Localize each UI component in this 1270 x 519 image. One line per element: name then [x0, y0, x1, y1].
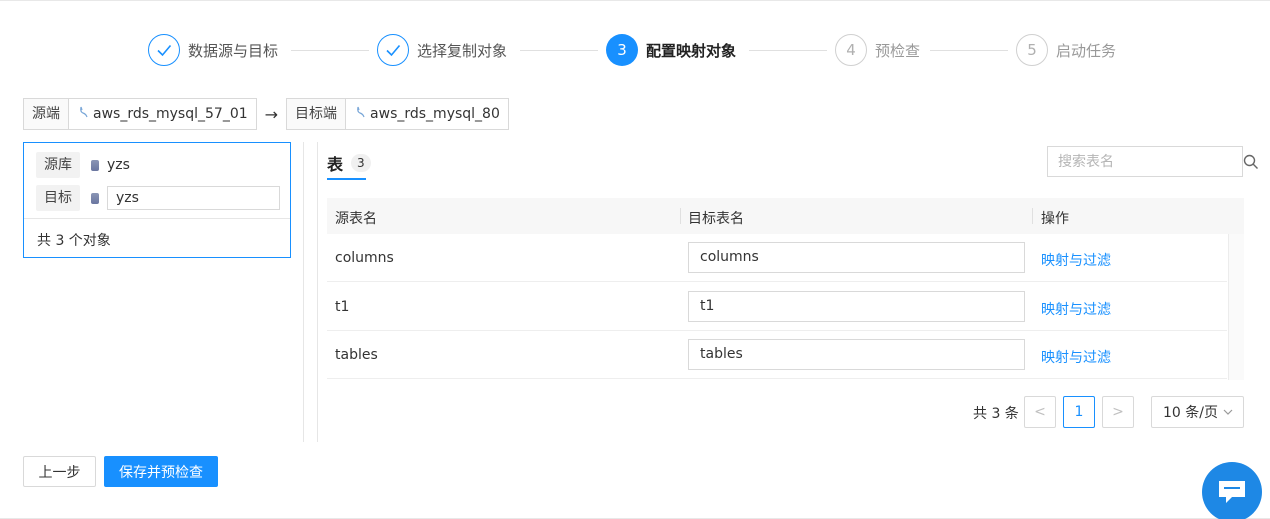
source-table-name: columns [335, 250, 394, 266]
tab-active-indicator [327, 178, 366, 180]
target-db-row: 目标 yzs [36, 185, 280, 211]
col-source-table: 源表名 [335, 211, 377, 227]
table-search [1047, 146, 1259, 177]
source-table-name: t1 [335, 299, 350, 315]
table-row: tables tables 映射与过滤 [327, 331, 1227, 379]
chat-button[interactable] [1202, 462, 1262, 519]
target-table-input[interactable]: columns [688, 242, 1025, 273]
target-db-input[interactable]: yzs [107, 186, 280, 210]
target-db-label: 目标 [36, 185, 80, 211]
table-row: t1 t1 映射与过滤 [327, 283, 1227, 331]
datasource-icon [356, 99, 366, 129]
source-label: 源端 [23, 98, 69, 130]
object-count: 共 3 个对象 [37, 233, 111, 249]
source-db-name: yzs [107, 157, 130, 173]
divider [24, 218, 290, 219]
step-connector [749, 50, 827, 51]
db-mapping-card[interactable]: 源库 yzs 目标 yzs 共 3 个对象 [23, 142, 291, 258]
prev-page-button[interactable]: < [1024, 396, 1056, 428]
chevron-left-icon: < [1034, 404, 1046, 420]
chevron-down-icon [1223, 409, 1233, 415]
target-table-input[interactable]: tables [688, 339, 1025, 370]
step-3-title: 配置映射对象 [646, 42, 737, 60]
page-1-button[interactable]: 1 [1063, 396, 1095, 428]
pagination-total: 共 3 条 [973, 406, 1019, 422]
next-page-button[interactable]: > [1102, 396, 1134, 428]
step-connector [520, 50, 598, 51]
column-separator [1032, 208, 1033, 224]
target-datasource: aws_rds_mysql_80 [346, 98, 509, 130]
table-scrollbar[interactable] [1228, 234, 1244, 380]
target-table-input[interactable]: t1 [688, 291, 1025, 322]
source-db-row: 源库 yzs [36, 152, 130, 178]
prev-step-button[interactable]: 上一步 [23, 456, 96, 487]
chevron-right-icon: > [1112, 404, 1124, 420]
datasource-icon [79, 99, 89, 129]
target-label: 目标端 [286, 98, 347, 130]
source-db-label: 源库 [36, 152, 80, 178]
search-button[interactable] [1242, 147, 1259, 176]
column-separator [680, 208, 681, 224]
database-icon [91, 192, 99, 204]
step-1-check-icon [148, 34, 180, 66]
col-action: 操作 [1041, 211, 1069, 227]
page-size-select[interactable]: 10 条/页 [1151, 396, 1244, 428]
table-row: columns columns 映射与过滤 [327, 234, 1227, 282]
arrow-right-icon: → [264, 104, 279, 124]
tab-tables[interactable]: 表 3 [327, 151, 371, 175]
search-input[interactable] [1048, 147, 1242, 176]
source-datasource-name: aws_rds_mysql_57_01 [93, 106, 248, 122]
step-connector [291, 50, 369, 51]
step-1-title: 数据源与目标 [188, 42, 279, 60]
step-connector [930, 50, 1008, 51]
page-size-value: 10 条/页 [1163, 405, 1218, 421]
search-icon [1243, 154, 1258, 169]
chat-icon [1219, 481, 1245, 503]
step-2-title: 选择复制对象 [417, 42, 508, 60]
step-5-number: 5 [1016, 34, 1048, 66]
map-filter-link[interactable]: 映射与过滤 [1041, 299, 1111, 319]
source-target-bar: 源端 aws_rds_mysql_57_01 → 目标端 aws_rds_mys… [23, 98, 509, 130]
map-filter-link[interactable]: 映射与过滤 [1041, 347, 1111, 367]
tab-tables-label: 表 [327, 155, 344, 174]
database-icon [91, 159, 99, 171]
save-and-precheck-button[interactable]: 保存并预检查 [104, 456, 218, 487]
mapping-table: 源表名 目标表名 操作 columns columns 映射与过滤 t1 t1 … [327, 198, 1244, 379]
table-header: 源表名 目标表名 操作 [327, 198, 1244, 234]
map-filter-link[interactable]: 映射与过滤 [1041, 250, 1111, 270]
step-3-number: 3 [606, 34, 638, 66]
panel-divider [317, 142, 318, 442]
col-target-table: 目标表名 [688, 211, 744, 227]
step-4-number: 4 [835, 34, 867, 66]
panel-divider [303, 142, 304, 442]
step-4-title: 预检查 [875, 42, 921, 60]
page: 数据源与目标 选择复制对象 3 配置映射对象 4 预检查 5 启动任务 源端 a… [0, 0, 1270, 519]
source-datasource: aws_rds_mysql_57_01 [69, 98, 257, 130]
step-2-check-icon [377, 34, 409, 66]
tab-tables-count: 3 [351, 154, 371, 172]
step-5-title: 启动任务 [1056, 42, 1117, 60]
target-datasource-name: aws_rds_mysql_80 [370, 106, 500, 122]
source-table-name: tables [335, 347, 378, 363]
